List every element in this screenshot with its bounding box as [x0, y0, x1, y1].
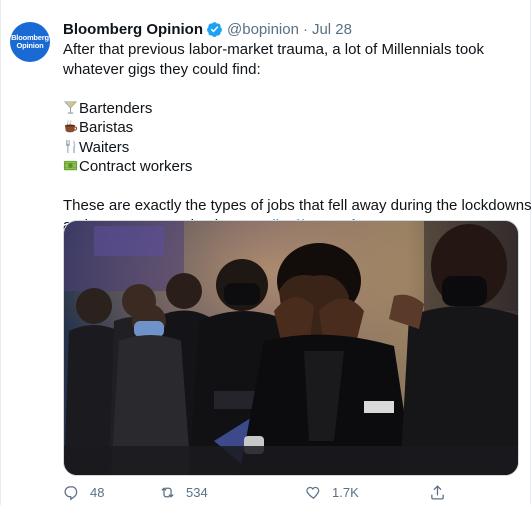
money-bills-icon [63, 160, 78, 171]
retweet-button[interactable]: 534 [159, 484, 208, 501]
reply-count: 48 [90, 485, 105, 500]
list-item: Bartenders [63, 99, 525, 119]
share-icon [431, 485, 444, 500]
list-item-label: Baristas [79, 119, 134, 136]
verified-badge-icon [207, 21, 222, 37]
reply-icon [64, 486, 78, 501]
text-line: These are exactly the types of jobs that… [63, 197, 531, 214]
avatar[interactable]: Bloomberg Opinion [10, 22, 50, 62]
share-button[interactable] [429, 484, 446, 501]
text-line: whatever gigs they could find: [63, 60, 261, 78]
tweet-text: After that previous labor-market trauma,… [63, 40, 531, 235]
retweet-count: 534 [186, 485, 208, 500]
handle[interactable]: @bopinion [227, 21, 299, 38]
divider-left [0, 0, 1, 505]
tweet-card[interactable]: Bloomberg Opinion Bloomberg Opinion @bop… [0, 0, 531, 505]
list-item-label: Waiters [79, 138, 130, 156]
heart-icon [306, 486, 320, 499]
list-item: Contract workers [63, 157, 525, 177]
like-count: 1.7K [332, 485, 359, 500]
photo-illustration [64, 221, 518, 475]
fork-and-knife-icon [66, 139, 76, 153]
hot-beverage-icon [64, 120, 78, 133]
list-item: Waiters [63, 138, 525, 158]
reply-button[interactable]: 48 [63, 484, 104, 501]
display-name[interactable]: Bloomberg Opinion [63, 21, 203, 38]
cocktail-glass-icon [64, 100, 77, 114]
tweet-photo[interactable] [63, 220, 519, 476]
separator: · [302, 20, 308, 38]
avatar-text-bottom: Opinion [16, 41, 44, 50]
tweet-header: Bloomberg Opinion @bopinion · Jul 28 [63, 19, 352, 39]
retweet-icon [161, 487, 174, 498]
list-item: Baristas [63, 118, 525, 138]
text-line: After that previous labor-market trauma,… [63, 41, 485, 58]
list-item-label: Bartenders [79, 99, 153, 117]
like-button[interactable]: 1.7K [305, 484, 359, 501]
tweet-actions: 48 534 1.7K [63, 484, 463, 504]
timestamp[interactable]: Jul 28 [312, 21, 352, 38]
list-item-label: Contract workers [79, 158, 193, 175]
